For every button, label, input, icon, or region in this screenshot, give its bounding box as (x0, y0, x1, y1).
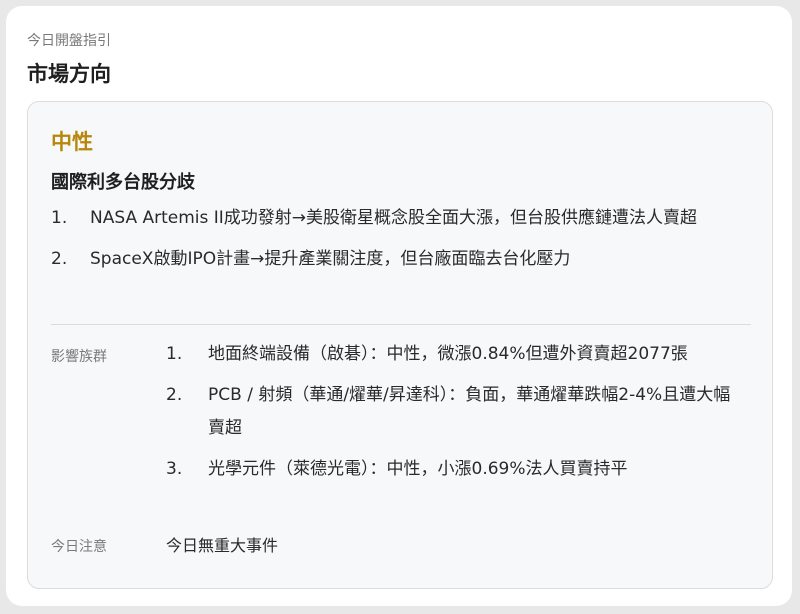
impact-list: 1. 地面終端設備（啟碁）：中性，微漲0.84%但遭外資賣超2077張 2. P… (166, 338, 756, 494)
news-item: 1. NASA Artemis II成功發射→美股衛星概念股全面大漲，但台股供應… (51, 202, 751, 235)
market-direction-card: 今日開盤指引 市場方向 中性 國際利多台股分歧 1. NASA Artemis … (6, 6, 792, 606)
divider (51, 324, 751, 325)
impact-item: 2. PCB / 射頻（華通/燿華/昇達科）：負面，華通燿華跌幅2-4%且遭大幅… (166, 379, 756, 445)
headline: 國際利多台股分歧 (51, 172, 195, 193)
news-item-number: 1. (51, 208, 68, 228)
news-list: 1. NASA Artemis II成功發射→美股衛星概念股全面大漲，但台股供應… (51, 202, 751, 284)
news-item: 2. SpaceX啟動IPO計畫→提升產業關注度，但台廠面臨去台化壓力 (51, 243, 751, 276)
news-item-text: NASA Artemis II成功發射→美股衛星概念股全面大漲，但台股供應鏈遭法… (90, 208, 698, 228)
news-item-number: 2. (51, 249, 68, 269)
impact-item: 1. 地面終端設備（啟碁）：中性，微漲0.84%但遭外資賣超2077張 (166, 338, 756, 371)
impact-label: 影響族群 (51, 349, 107, 365)
card-title: 市場方向 (27, 62, 111, 86)
notes-label: 今日注意 (51, 539, 107, 555)
impact-item-text: 光學元件（萊德光電）：中性，小漲0.69%法人買賣持平 (208, 459, 628, 479)
impact-item-text: PCB / 射頻（華通/燿華/昇達科）：負面，華通燿華跌幅2-4%且遭大幅賣超 (208, 385, 731, 438)
card-subtitle: 今日開盤指引 (27, 33, 111, 49)
sentiment-label: 中性 (51, 130, 93, 154)
impact-item-number: 2. (166, 385, 183, 405)
impact-item-number: 1. (166, 344, 183, 364)
summary-panel: 中性 國際利多台股分歧 1. NASA Artemis II成功發射→美股衛星概… (27, 101, 773, 589)
impact-item-text: 地面終端設備（啟碁）：中性，微漲0.84%但遭外資賣超2077張 (208, 344, 688, 364)
impact-item: 3. 光學元件（萊德光電）：中性，小漲0.69%法人買賣持平 (166, 453, 756, 486)
impact-item-number: 3. (166, 459, 183, 479)
notes-value: 今日無重大事件 (166, 536, 279, 555)
news-item-text: SpaceX啟動IPO計畫→提升產業關注度，但台廠面臨去台化壓力 (90, 249, 571, 269)
